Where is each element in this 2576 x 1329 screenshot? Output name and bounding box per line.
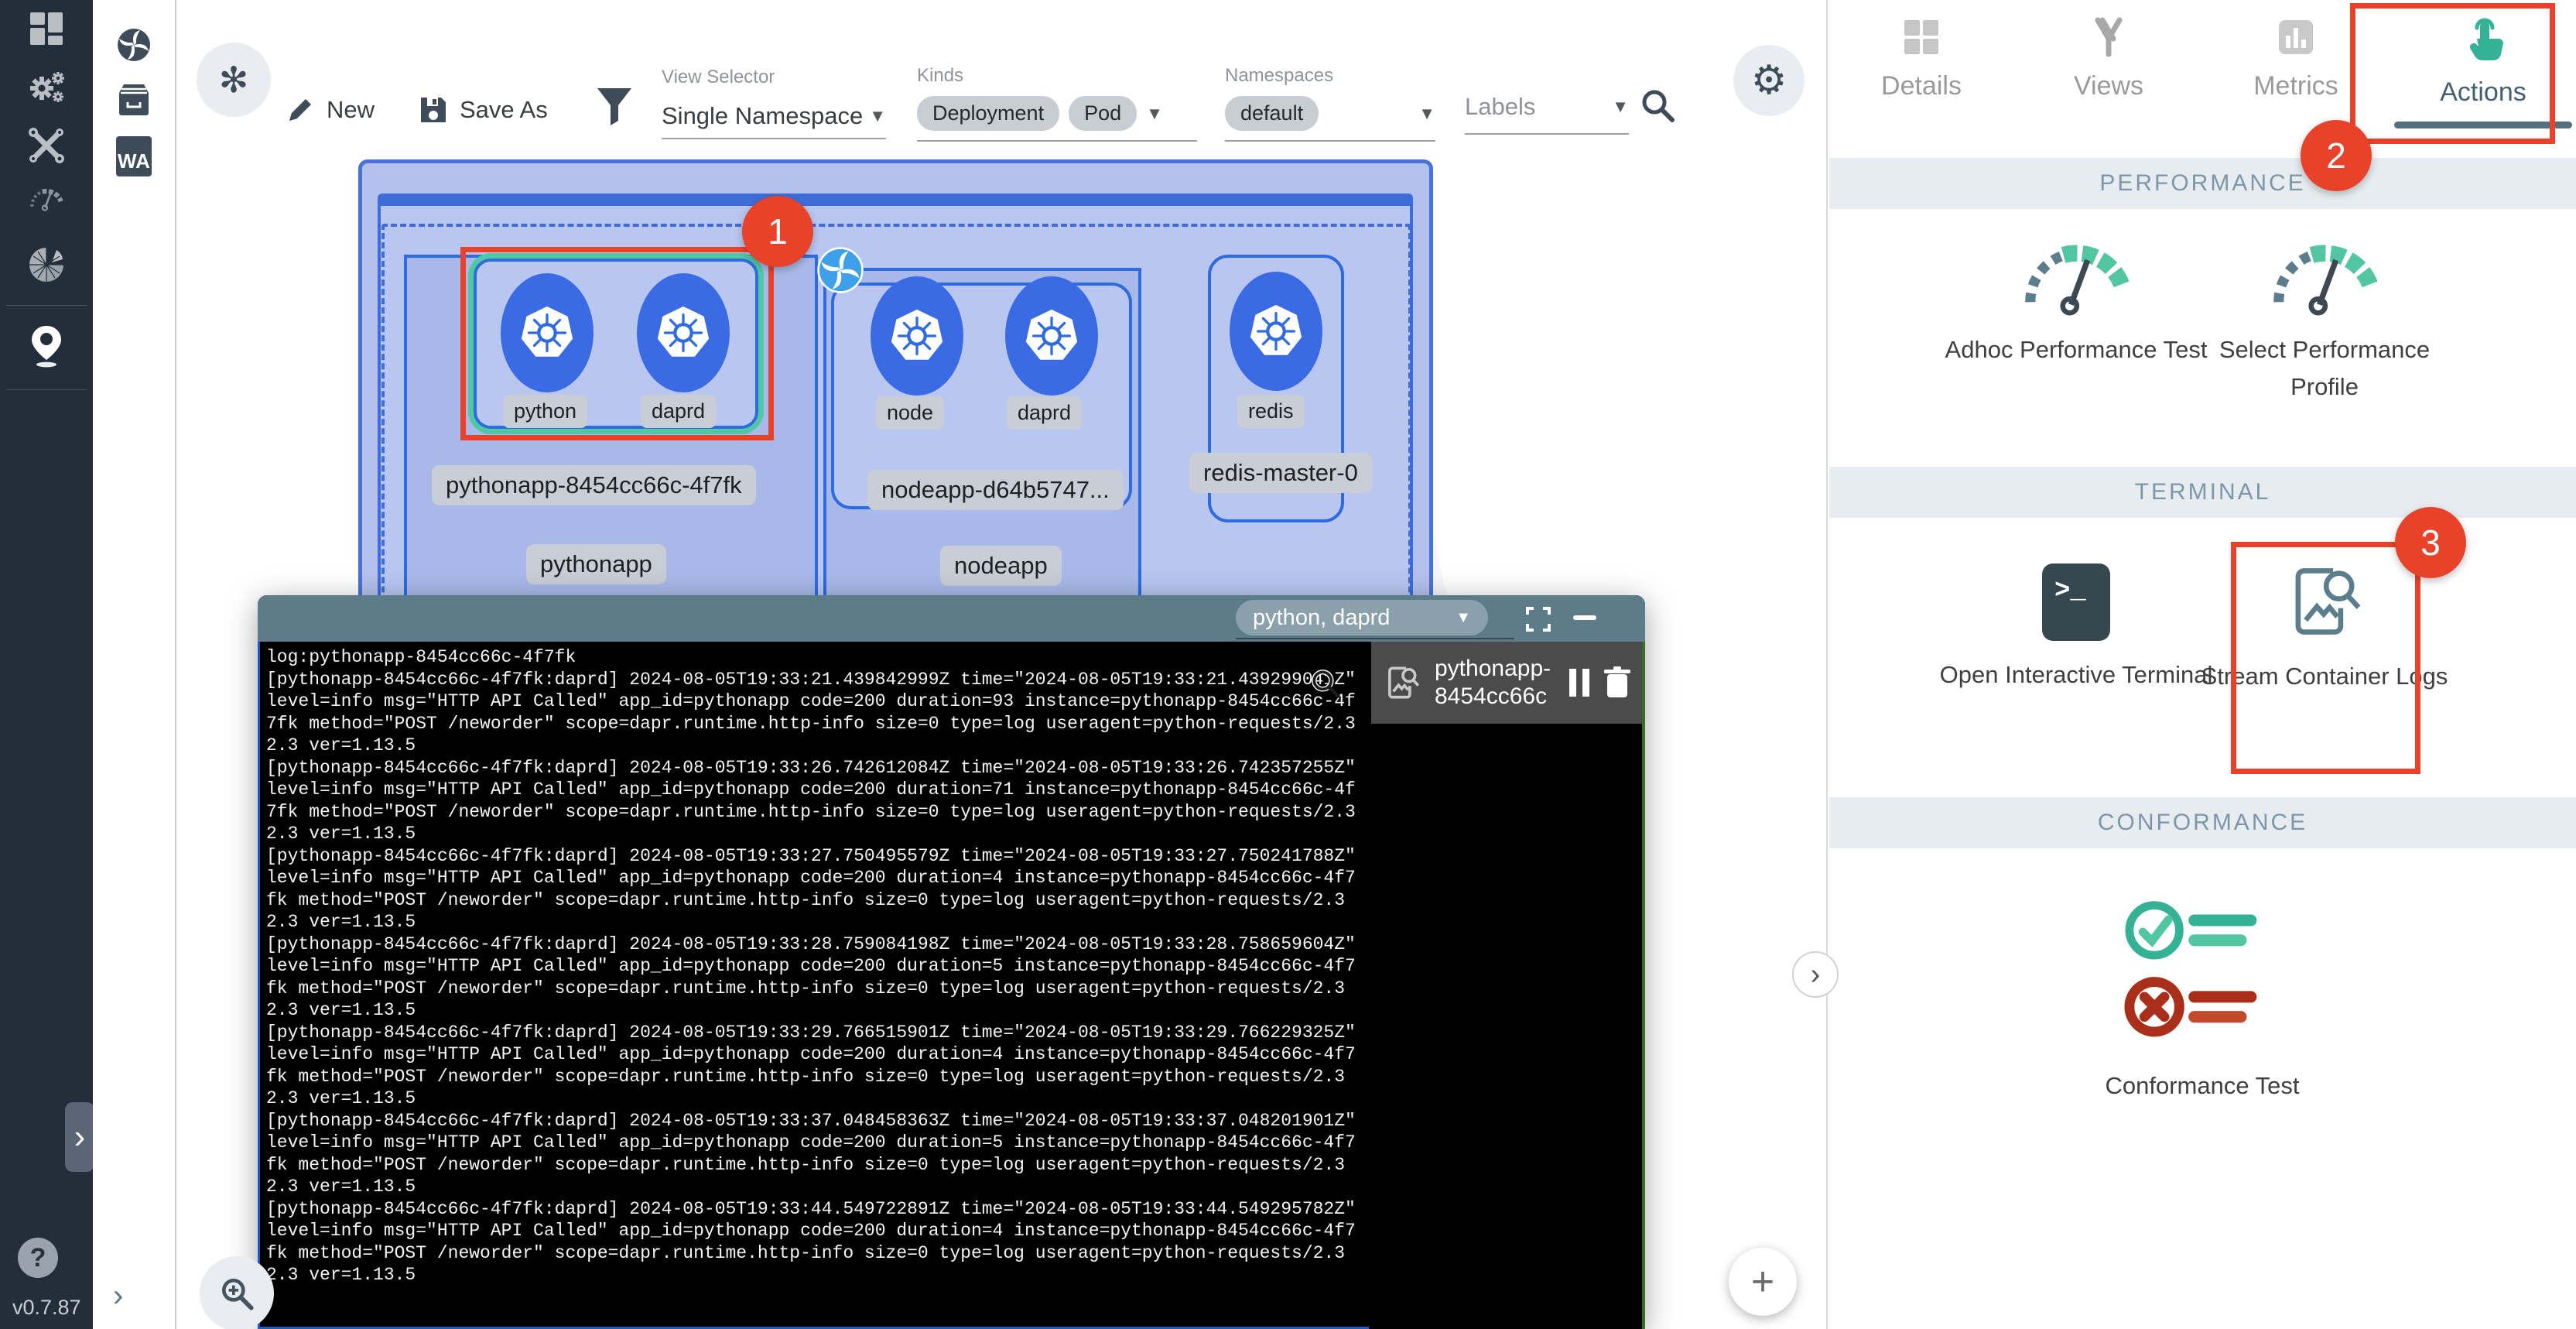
meshery-logo-icon[interactable] <box>93 14 175 76</box>
canvas-zoom-button[interactable] <box>200 1256 274 1329</box>
kubernetes-icon <box>1021 306 1082 366</box>
stream-item-title: pythonapp- 8454cc66c <box>1435 655 1555 711</box>
log-entry: [pythonapp-8454cc66c-4f7fk:daprd] 2024-0… <box>266 669 1363 757</box>
annotation-badge-2: 2 <box>2301 120 2372 191</box>
gauge-icon <box>2251 228 2398 317</box>
log-header-line: log:pythonapp-8454cc66c-4f7fk <box>266 646 1363 669</box>
conformance-checklist-icon <box>2119 887 2286 1053</box>
conformance-test-label: Conformance Test <box>2106 1067 2300 1105</box>
section-terminal-header: TERMINAL <box>1829 467 2576 518</box>
conformance-test-action[interactable]: Conformance Test <box>2063 887 2342 1105</box>
sidebar-divider <box>6 389 87 390</box>
fullscreen-icon[interactable] <box>1525 606 1551 632</box>
container-selector-underline <box>1236 638 1514 639</box>
terminal-icon: >_ <box>2041 562 2112 642</box>
wa-badge-label: WA <box>116 136 152 176</box>
deployment-label-pythonapp: pythonapp <box>526 544 666 584</box>
pod-label-nodeapp: nodeapp-d64b5747... <box>867 470 1124 510</box>
sidebar-divider <box>6 305 87 306</box>
chevron-down-icon: ▼ <box>1456 609 1471 627</box>
kubernetes-icon <box>1246 301 1306 361</box>
rail-expand-chevron[interactable]: › <box>113 1279 123 1314</box>
kubernetes-icon <box>653 303 713 363</box>
app-screen: › ? v0.7.87 WA › ✻ New Save As View Sele… <box>0 0 2576 1329</box>
configuration-tools-icon[interactable] <box>0 118 93 173</box>
log-entries: [pythonapp-8454cc66c-4f7fk:daprd] 2024-0… <box>266 669 1363 1286</box>
container-redis[interactable] <box>1230 272 1322 391</box>
container-label-daprd-2: daprd <box>1007 396 1082 430</box>
container-label-python: python <box>503 395 587 428</box>
select-performance-profile-action[interactable]: Select Performance Profile <box>2185 228 2464 406</box>
open-interactive-terminal-label: Open Interactive Terminal <box>1940 656 2213 694</box>
annotation-badge-3: 3 <box>2395 507 2466 578</box>
svg-text:>_: >_ <box>2054 577 2086 606</box>
pod-label-redis: redis-master-0 <box>1189 453 1372 493</box>
container-daprd-2[interactable] <box>1005 276 1098 396</box>
adhoc-performance-test-label: Adhoc Performance Test <box>1945 331 2208 368</box>
primary-sidebar: › ? v0.7.87 <box>0 0 93 1329</box>
container-daprd-1[interactable] <box>637 273 730 392</box>
log-output[interactable]: log:pythonapp-8454cc66c-4f7fk[pythonapp-… <box>258 642 1369 1329</box>
stream-logs-icon <box>1382 663 1422 703</box>
stream-list-panel: pythonapp- 8454cc66c <box>1371 642 1645 1329</box>
tab-details[interactable]: Details <box>1828 0 2015 132</box>
section-performance-header: PERFORMANCE <box>1829 158 2576 209</box>
container-label-node: node <box>876 396 944 430</box>
section-conformance-header: CONFORMANCE <box>1829 797 2576 848</box>
minimize-icon[interactable] <box>1573 615 1596 620</box>
add-node-fab[interactable]: + <box>1729 1248 1797 1316</box>
dashboard-icon[interactable] <box>0 2 93 56</box>
tab-views-label: Views <box>2074 71 2143 101</box>
log-search-icon[interactable] <box>1309 666 1343 700</box>
container-python[interactable] <box>501 273 594 392</box>
deployment-label-nodeapp: nodeapp <box>940 546 1062 586</box>
dapr-badge <box>816 246 864 298</box>
log-entry: [pythonapp-8454cc66c-4f7fk:daprd] 2024-0… <box>266 1198 1363 1286</box>
annotation-rect-3 <box>2231 542 2420 774</box>
version-label: v0.7.87 <box>12 1296 81 1320</box>
metrics-bar-chart-icon <box>2274 15 2318 59</box>
mesh-pie-icon[interactable] <box>0 238 93 292</box>
container-selector[interactable]: python, daprd ▼ <box>1236 600 1488 635</box>
log-entry: [pythonapp-8454cc66c-4f7fk:daprd] 2024-0… <box>266 1110 1363 1198</box>
panel-collapse-chevron[interactable]: › <box>1792 951 1839 998</box>
log-entry: [pythonapp-8454cc66c-4f7fk:daprd] 2024-0… <box>266 757 1363 845</box>
select-performance-profile-label: Select Performance Profile <box>2185 331 2464 406</box>
wasm-wa-icon[interactable]: WA <box>93 125 175 187</box>
views-icon <box>2087 15 2130 59</box>
details-panel: Details Views Metrics Actions PERFORMANC… <box>1826 0 2576 1329</box>
sidebar-expand-button[interactable]: › <box>65 1102 94 1172</box>
gauge-icon <box>2003 228 2150 317</box>
annotation-rect-2 <box>2350 3 2555 144</box>
container-label-daprd-1: daprd <box>641 395 716 428</box>
pause-icon[interactable] <box>1568 667 1591 698</box>
catalog-archive-icon[interactable] <box>93 68 175 130</box>
container-label-redis: redis <box>1237 395 1305 428</box>
container-selector-value: python, daprd <box>1253 605 1390 631</box>
trash-icon[interactable] <box>1603 666 1631 699</box>
log-entry: [pythonapp-8454cc66c-4f7fk:daprd] 2024-0… <box>266 933 1363 1022</box>
log-terminal-window[interactable]: python, daprd ▼ log:pythonapp-8454cc66c-… <box>258 595 1645 1329</box>
open-interactive-terminal-action[interactable]: >_ Open Interactive Terminal <box>1937 562 2215 694</box>
details-grid-icon <box>1900 15 1943 59</box>
tab-metrics-label: Metrics <box>2253 71 2338 101</box>
log-entry: [pythonapp-8454cc66c-4f7fk:daprd] 2024-0… <box>266 1022 1363 1110</box>
secondary-rail <box>93 0 176 1329</box>
lifecycle-gears-icon[interactable] <box>0 60 93 115</box>
stream-list-item[interactable]: pythonapp- 8454cc66c <box>1371 642 1642 724</box>
tab-details-label: Details <box>1881 71 1962 101</box>
adhoc-performance-test-action[interactable]: Adhoc Performance Test <box>1937 228 2215 368</box>
help-icon[interactable]: ? <box>18 1238 58 1278</box>
performance-gauge-icon[interactable] <box>0 170 93 224</box>
container-node[interactable] <box>871 276 963 396</box>
kanvas-pin-icon[interactable] <box>0 319 93 373</box>
terminal-header[interactable]: python, daprd ▼ <box>258 595 1645 642</box>
log-entry: [pythonapp-8454cc66c-4f7fk:daprd] 2024-0… <box>266 845 1363 933</box>
pod-label-pythonapp: pythonapp-8454cc66c-4f7fk <box>432 465 756 505</box>
zoom-in-icon <box>217 1274 256 1313</box>
annotation-badge-1: 1 <box>742 196 813 267</box>
tab-views[interactable]: Views <box>2015 0 2202 132</box>
kubernetes-icon <box>887 306 947 366</box>
kubernetes-icon <box>517 303 577 363</box>
